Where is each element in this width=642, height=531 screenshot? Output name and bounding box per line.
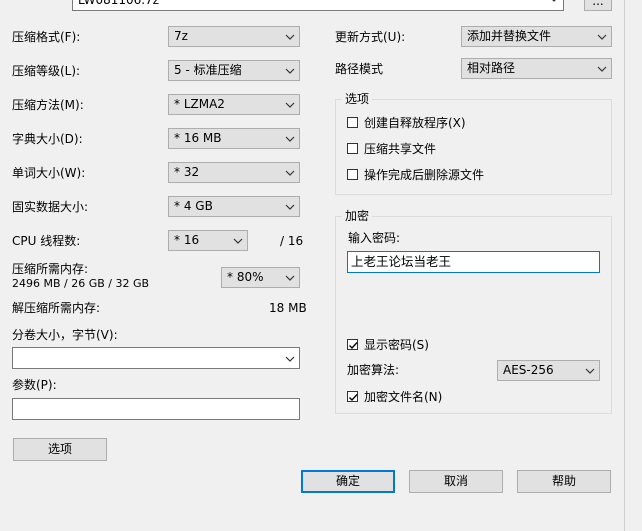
algo-value: AES-256 xyxy=(503,363,554,377)
cancel-button[interactable]: 取消 xyxy=(409,470,503,493)
help-button[interactable]: 帮助 xyxy=(517,470,611,493)
chevron-down-icon xyxy=(585,368,595,374)
algo-label: 加密算法: xyxy=(347,363,400,377)
decomp-value: 18 MB xyxy=(269,301,307,315)
algo-combo[interactable]: AES-256 xyxy=(497,360,600,381)
options-group-title: 选项 xyxy=(342,92,373,106)
sfx-label: 创建自释放程序(X) xyxy=(364,116,466,130)
delete-label: 操作完成后删除源文件 xyxy=(364,168,485,182)
cpu-value: * 16 xyxy=(174,233,200,247)
chevron-down-icon xyxy=(285,275,295,281)
mem-values: 2496 MB / 26 GB / 32 GB xyxy=(12,277,150,290)
chevron-down-icon xyxy=(233,238,243,244)
encrypt-names-label: 加密文件名(N) xyxy=(364,390,443,404)
cpu-combo[interactable]: * 16 xyxy=(168,230,248,251)
decomp-label: 解压缩所需内存: xyxy=(12,301,101,315)
method-combo[interactable]: * LZMA2 xyxy=(168,94,300,115)
browse-button[interactable]: ... xyxy=(584,0,612,11)
options-button[interactable]: 选项 xyxy=(13,438,107,461)
check-icon xyxy=(349,342,358,350)
word-combo[interactable]: * 32 xyxy=(168,162,300,183)
path-mode-value: 相对路径 xyxy=(467,61,516,75)
mem-percent-value: * 80% xyxy=(227,270,264,284)
chevron-down-icon xyxy=(552,0,556,2)
dict-value: * 16 MB xyxy=(174,131,222,145)
shared-label: 压缩共享文件 xyxy=(364,142,437,156)
word-label: 单词大小(W): xyxy=(12,166,86,180)
update-value: 添加并替换文件 xyxy=(467,29,552,43)
word-value: * 32 xyxy=(174,165,200,179)
chevron-down-icon xyxy=(285,68,295,74)
chevron-down-icon xyxy=(285,356,295,362)
archive-path-combo[interactable]: LW081106.7z xyxy=(72,0,564,11)
solid-combo[interactable]: * 4 GB xyxy=(168,196,300,217)
split-label: 分卷大小，字节(V): xyxy=(12,328,118,342)
params-label: 参数(P): xyxy=(12,378,57,392)
checkbox-box xyxy=(347,391,358,402)
level-combo[interactable]: 5 - 标准压缩 xyxy=(168,60,300,81)
password-input[interactable]: 上老王论坛当老王 xyxy=(347,251,600,273)
path-mode-combo[interactable]: 相对路径 xyxy=(461,58,612,79)
cpu-label: CPU 线程数: xyxy=(12,234,81,248)
window-edge xyxy=(624,0,625,531)
password-label: 输入密码: xyxy=(348,231,401,245)
solid-value: * 4 GB xyxy=(174,199,213,213)
split-combo[interactable] xyxy=(12,347,300,369)
checkbox-box xyxy=(347,339,358,350)
format-combo[interactable]: 7z xyxy=(168,26,300,47)
method-value: * LZMA2 xyxy=(174,97,225,111)
path-mode-label: 路径模式 xyxy=(335,62,384,76)
archive-path-value: LW081106.7z xyxy=(78,0,160,7)
chevron-down-icon xyxy=(285,102,295,108)
chevron-down-icon xyxy=(285,170,295,176)
method-label: 压缩方法(M): xyxy=(12,98,84,112)
cpu-total: / 16 xyxy=(280,234,304,248)
params-input[interactable] xyxy=(12,398,300,420)
solid-label: 固实数据大小: xyxy=(12,200,89,214)
chevron-down-icon xyxy=(597,34,607,40)
format-value: 7z xyxy=(174,29,188,43)
chevron-down-icon xyxy=(285,136,295,142)
update-label: 更新方式(U): xyxy=(335,30,406,44)
show-password-label: 显示密码(S) xyxy=(364,338,429,352)
chevron-down-icon xyxy=(597,66,607,72)
mem-label: 压缩所需内存: xyxy=(12,262,89,276)
chevron-down-icon xyxy=(285,204,295,210)
format-label: 压缩格式(F): xyxy=(12,30,81,44)
check-icon xyxy=(349,394,358,402)
checkbox-box xyxy=(347,169,358,180)
mem-percent-combo[interactable]: * 80% xyxy=(221,267,300,288)
dict-label: 字典大小(D): xyxy=(12,132,83,146)
ok-button[interactable]: 确定 xyxy=(301,470,395,493)
checkbox-box xyxy=(347,117,358,128)
level-label: 压缩等级(L): xyxy=(12,64,81,78)
chevron-down-icon xyxy=(285,34,295,40)
level-value: 5 - 标准压缩 xyxy=(174,63,242,77)
update-combo[interactable]: 添加并替换文件 xyxy=(461,26,612,47)
dict-combo[interactable]: * 16 MB xyxy=(168,128,300,149)
password-value: 上老王论坛当老王 xyxy=(351,254,452,269)
checkbox-box xyxy=(347,143,358,154)
encrypt-group-title: 加密 xyxy=(342,209,373,223)
